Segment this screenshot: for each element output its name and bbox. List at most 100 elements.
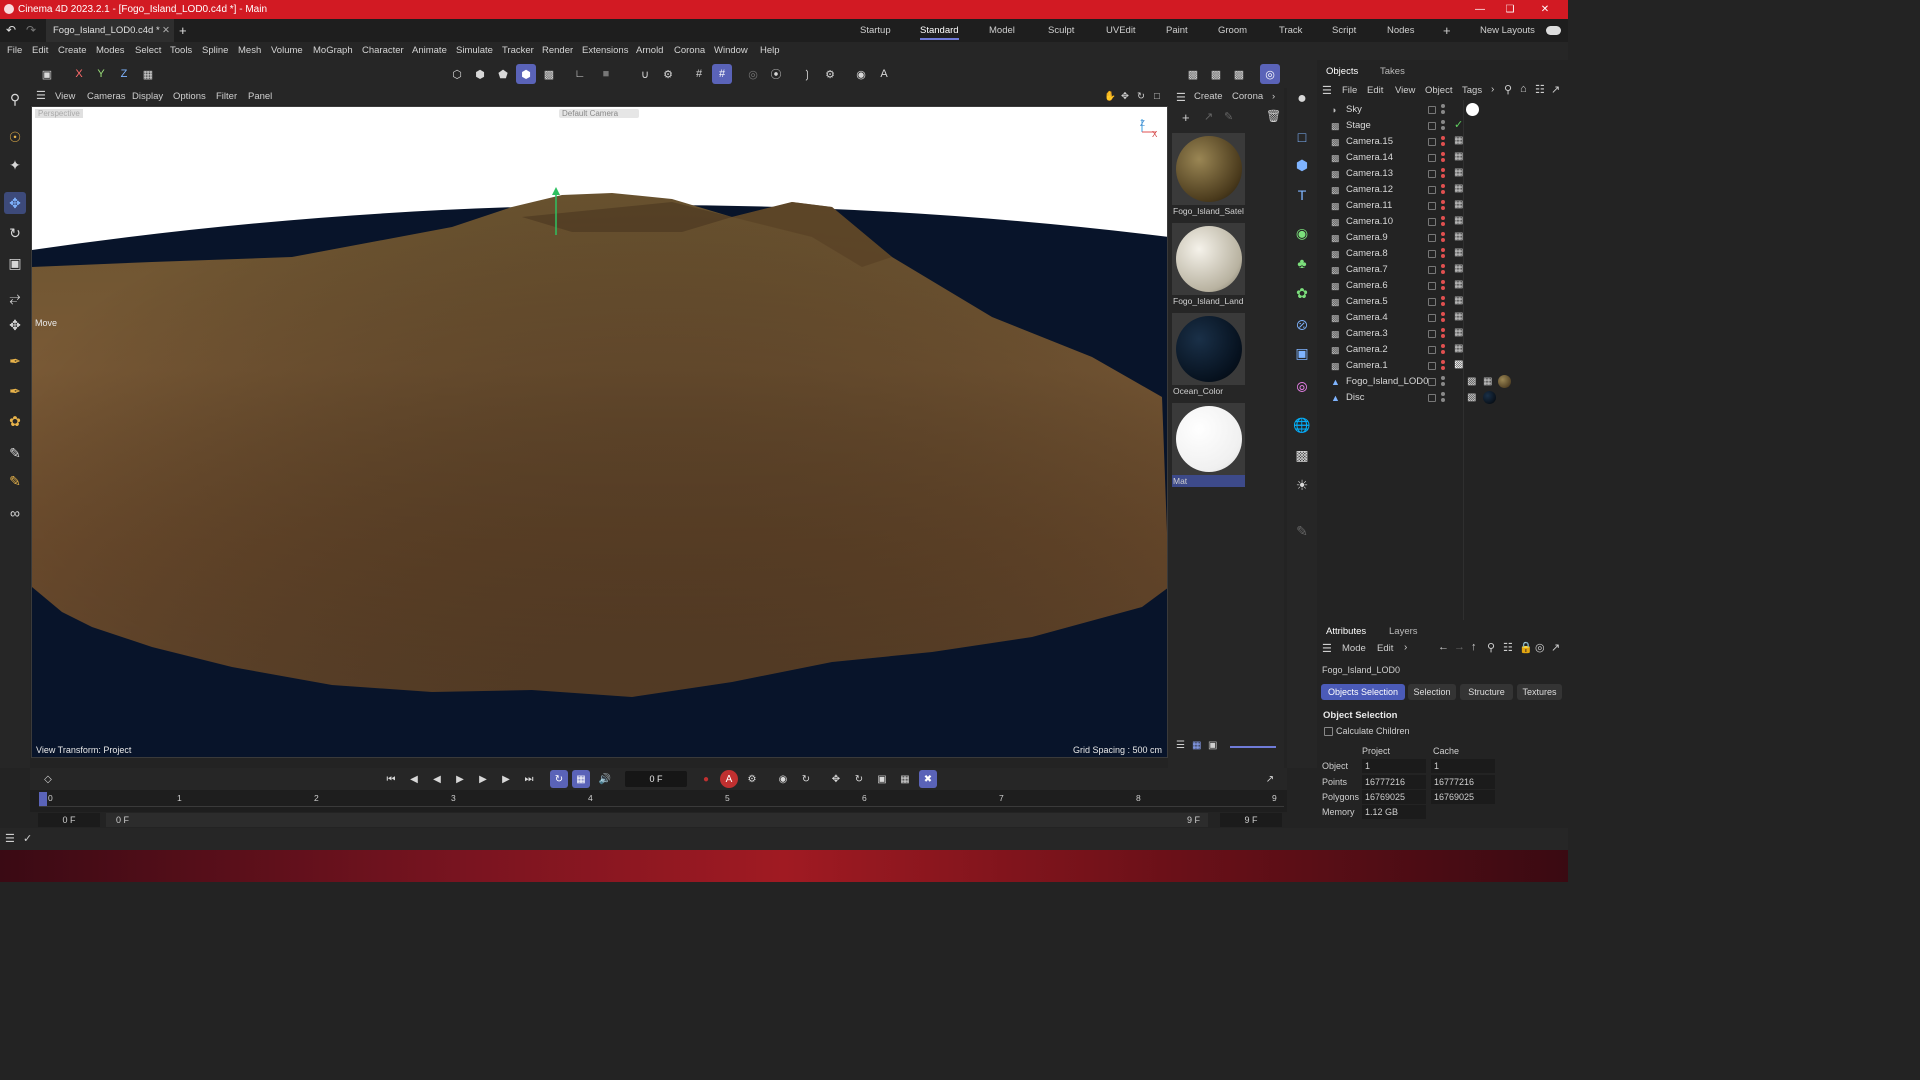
phong-tag-icon[interactable]: ▩ [1467,376,1476,387]
viewport-menu-filter[interactable]: Filter [216,88,237,105]
axis-y-button[interactable]: Y [91,64,111,84]
null-object-icon[interactable]: ● [1291,88,1313,110]
new-tab-icon[interactable]: + [179,19,187,42]
object-row-disc[interactable]: ▲ Disc ▩ [1317,390,1568,406]
layer-toggle[interactable] [1428,298,1436,306]
layout-tab-script[interactable]: Script [1332,23,1356,40]
object-row-camera[interactable]: ▩ Camera.4 ▦ [1317,310,1568,326]
layer-toggle[interactable] [1428,330,1436,338]
visibility-dots[interactable] [1441,216,1445,228]
material-tag-icon[interactable] [1466,103,1479,116]
redo-icon[interactable]: ↷ [26,19,36,42]
visibility-dots[interactable] [1441,264,1445,276]
object-row-camera[interactable]: ▩ Camera.6 ▦ [1317,278,1568,294]
menu-tracker[interactable]: Tracker [502,42,534,60]
tab-objects[interactable]: Objects [1326,64,1358,80]
layer-toggle[interactable] [1428,266,1436,274]
menu-character[interactable]: Character [362,42,404,60]
visibility-dots[interactable] [1441,120,1445,132]
magnet-icon[interactable]: ∪ [635,64,655,84]
scene-nodes-icon[interactable]: ✎ [1291,520,1313,542]
layout-tab-model[interactable]: Model [989,23,1015,40]
rotate-view-icon[interactable]: ↻ [1137,88,1145,105]
transfer-tool-icon[interactable]: ⥂ [4,286,26,308]
checkmark-icon[interactable]: ✓ [1454,118,1463,131]
object-row-camera[interactable]: ▩ Camera.1 ▩ [1317,358,1568,374]
object-row-camera[interactable]: ▩ Camera.7 ▦ [1317,262,1568,278]
minimize-button[interactable]: — [1465,0,1495,19]
previous-key-icon[interactable]: ◀ [405,770,423,788]
visibility-dots[interactable] [1441,376,1445,388]
key-param-icon[interactable]: ▦ [896,770,914,788]
key-position-icon[interactable]: ◉ [774,770,792,788]
objects-selection-button[interactable]: Objects Selection [1321,684,1405,700]
layer-toggle[interactable] [1428,170,1436,178]
layer-toggle[interactable] [1428,234,1436,242]
cloner-icon[interactable]: ♣ [1291,252,1313,274]
layer-toggle[interactable] [1428,346,1436,354]
object-row-camera[interactable]: ▩ Camera.3 ▦ [1317,326,1568,342]
play-icon[interactable]: ▶ [451,770,469,788]
add-material-icon[interactable]: + [1182,110,1190,125]
render-picture-viewer-icon[interactable]: ▩ [1206,64,1226,84]
object-row-camera[interactable]: ▩ Camera.15 ▦ [1317,134,1568,150]
axis-x-button[interactable]: X [69,64,89,84]
object-row-camera[interactable]: ▩ Camera.13 ▦ [1317,166,1568,182]
visibility-dots[interactable] [1441,280,1445,292]
menu-arnold[interactable]: Arnold [636,42,663,60]
objects-more-icon[interactable]: › [1491,84,1494,95]
visibility-dots[interactable] [1441,296,1445,308]
objects-menu-object[interactable]: Object [1425,85,1452,96]
material-swatch[interactable]: Fogo_Island_Satel [1172,133,1245,217]
attributes-target-icon[interactable]: ◎ [1535,641,1545,654]
move-tool-icon[interactable]: ✥ [4,192,26,214]
up-arrow-icon[interactable]: ↑ [1471,641,1477,653]
attributes-filter-icon[interactable]: ☷ [1503,641,1513,654]
snap-grid-icon[interactable]: # [689,64,709,84]
object-row-fogo-island[interactable]: ▲ Fogo_Island_LOD0 ▩ ▦ [1317,374,1568,390]
field-icon[interactable]: ▣ [1291,342,1313,364]
key-pla-icon[interactable]: ✖ [919,770,937,788]
volume-icon[interactable]: ⦾ [1291,376,1313,398]
axis-tool-icon[interactable]: ✥ [4,314,26,336]
keyframe-diamond-icon[interactable]: ◇ [39,770,57,788]
material-hamburger-icon[interactable]: ☰ [1176,91,1186,104]
visibility-dots[interactable] [1441,104,1445,116]
current-frame-field[interactable]: 0 F [625,771,687,787]
quantize-icon[interactable]: ⦿ [766,64,786,84]
material-tag-icon[interactable] [1483,391,1496,404]
environment-icon[interactable]: 🌐 [1291,414,1313,436]
axis-z-button[interactable]: Z [114,64,134,84]
object-row-sky[interactable]: ◑ Sky [1317,102,1568,118]
spline-primitive-icon[interactable]: □ [1291,126,1313,148]
menu-simulate[interactable]: Simulate [456,42,493,60]
attributes-search-icon[interactable]: ⚲ [1487,641,1495,654]
visibility-dots[interactable] [1441,248,1445,260]
menu-mograph[interactable]: MoGraph [313,42,353,60]
forward-arrow-icon[interactable]: → [1454,641,1465,653]
symmetry-icon[interactable]: ❳ [797,64,817,84]
layer-toggle[interactable] [1428,186,1436,194]
soft-selection-icon[interactable]: ◎ [743,64,763,84]
undo-icon[interactable]: ↶ [6,19,16,42]
model-mode-icon[interactable]: ⬢ [516,64,536,84]
render-preview-icon[interactable]: ◉ [851,64,871,84]
key-rotate-icon[interactable]: ↻ [850,770,868,788]
spline-pen-icon[interactable]: ✒ [4,350,26,372]
menu-window[interactable]: Window [714,42,748,60]
layer-toggle[interactable] [1428,154,1436,162]
thumbnail-size-slider[interactable] [1230,746,1276,748]
material-swatch[interactable]: Ocean_Color [1172,313,1245,397]
3d-viewport[interactable]: Perspective Default Camera Z X Move View… [31,106,1168,758]
new-layouts-label[interactable]: New Layouts [1480,23,1535,40]
maximize-view-icon[interactable]: □ [1154,88,1160,105]
back-arrow-icon[interactable]: ← [1438,641,1449,653]
camera-dropdown[interactable]: Default Camera [559,109,639,118]
workplane-icon[interactable]: ∟ [570,64,590,84]
view-layout-icon[interactable]: ▣ [37,64,57,84]
document-tab[interactable]: Fogo_Island_LOD0.c4d * ✕ [46,19,174,42]
textures-button[interactable]: Textures [1517,684,1562,700]
layout-tab-paint[interactable]: Paint [1166,23,1188,40]
layer-toggle[interactable] [1428,394,1436,402]
spline-smooth-icon[interactable]: ✿ [4,410,26,432]
